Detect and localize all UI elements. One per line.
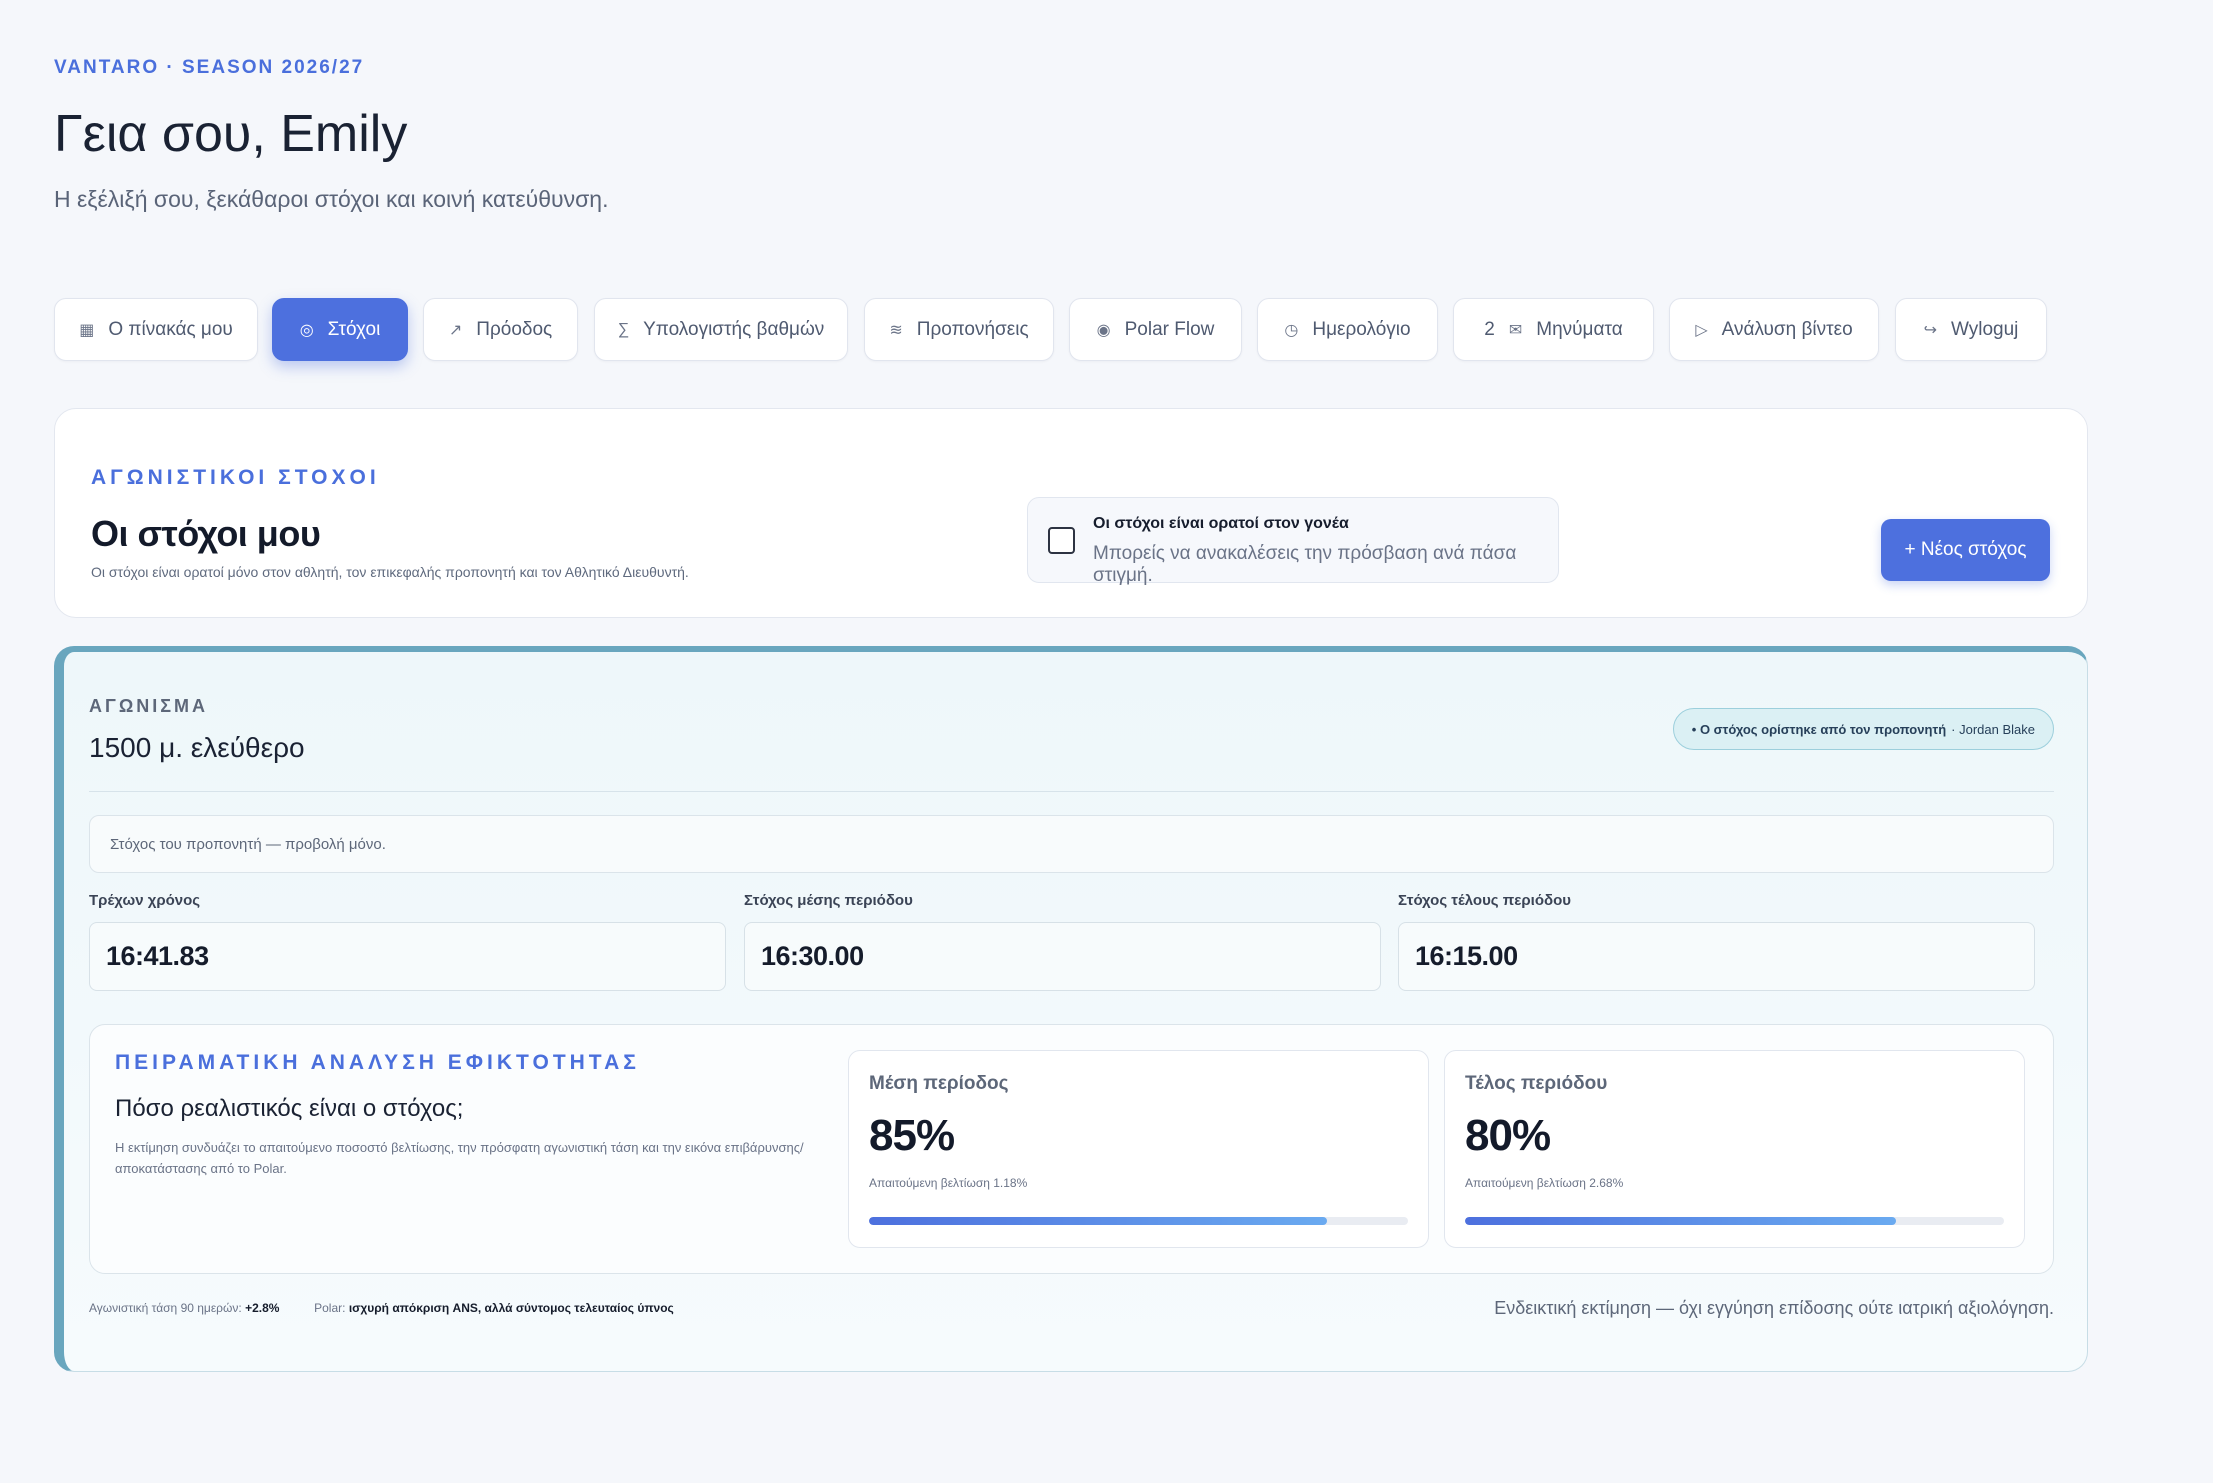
- parent-visibility-title: Οι στόχοι είναι ορατοί στον γονέα: [1093, 515, 1349, 532]
- metric-label: Τέλος περιόδου: [1465, 1073, 1608, 1094]
- metric-end-season: Τέλος περιόδου 80% Απαιτούμενη βελτίωση …: [1444, 1050, 2025, 1248]
- nav-label: Μηνύματα: [1536, 318, 1623, 340]
- nav-item-dashboard[interactable]: ▦ Ο πίνακάς μου: [54, 298, 258, 361]
- nav-item-polar-flow[interactable]: ◉ Polar Flow: [1069, 298, 1242, 361]
- nav-label: Υπολογιστής βαθμών: [643, 318, 825, 340]
- metric-required-improvement: Απαιτούμενη βελτίωση 1.18%: [869, 1176, 1028, 1190]
- nav-item-trainings[interactable]: ≋ Προπονήσεις: [864, 298, 1054, 361]
- goal-card: ΑΓΩΝΙΣΜΑ 1500 μ. ελεύθερο • Ο στόχος ορί…: [54, 646, 2088, 1372]
- nav-label: Ανάλυση βίντεο: [1721, 318, 1853, 340]
- metric-progress-bar: [869, 1217, 1408, 1225]
- sigma-icon: ∑: [617, 320, 630, 338]
- nav-label: Πρόοδος: [476, 318, 553, 340]
- progress-fill: [869, 1217, 1328, 1225]
- nav-item-video-analysis[interactable]: ▷ Ανάλυση βίντεο: [1669, 298, 1879, 361]
- nav-label: Polar Flow: [1124, 318, 1215, 340]
- clock-icon: ◷: [1284, 321, 1299, 339]
- event-name: 1500 μ. ελεύθερο: [89, 732, 305, 763]
- nav-label: Ημερολόγιο: [1312, 318, 1411, 340]
- new-goal-button[interactable]: + Νέος στόχος: [1881, 519, 2050, 581]
- nav-item-goals[interactable]: ◎ Στόχοι: [272, 298, 408, 361]
- target-icon: ◎: [299, 321, 314, 339]
- brand-season: VANTARO · SEASON 2026/27: [54, 57, 365, 78]
- coach-set-badge: • Ο στόχος ορίστηκε από τον προπονητή · …: [1672, 708, 2054, 750]
- nav-label: Ο πίνακάς μου: [108, 318, 233, 340]
- end-season-target-label: Στόχος τέλους περιόδου: [1398, 892, 1571, 909]
- unread-count-badge: 2: [1484, 318, 1495, 340]
- parent-visibility-toggle[interactable]: Οι στόχοι είναι ορατοί στον γονέα Μπορεί…: [1027, 497, 1559, 586]
- analysis-description: Η εκτίμηση συνδυάζει το απαιτούμενο ποσο…: [115, 1140, 804, 1176]
- polar-label: Polar:: [314, 1301, 346, 1315]
- metric-value: 85%: [869, 1111, 955, 1160]
- nav-item-calendar[interactable]: ◷ Ημερολόγιο: [1257, 298, 1438, 361]
- nav-item-grade-calculator[interactable]: ∑ Υπολογιστής βαθμών: [594, 298, 848, 361]
- play-icon: ▷: [1695, 321, 1708, 339]
- divider: [89, 791, 2054, 792]
- nav-item-progress[interactable]: ↗ Πρόοδος: [423, 298, 578, 361]
- metric-mid-season: Μέση περίοδος 85% Απαιτούμενη βελτίωση 1…: [848, 1050, 1429, 1248]
- analysis-kicker: ΠΕΙΡΑΜΑΤΙΚΗ ΑΝΑΛΥΣΗ ΕΦΙΚΤΟΤΗΤΑΣ: [115, 1051, 640, 1074]
- mid-season-target-label: Στόχος μέσης περιόδου: [744, 892, 913, 909]
- dashboard-icon: ▦: [79, 321, 95, 339]
- nav-item-logout[interactable]: ↪ Wyloguj: [1895, 298, 2047, 361]
- analysis-title: Πόσο ρεαλιστικός είναι ο στόχος;: [115, 1095, 464, 1122]
- page-title: Οι στόχοι μου: [91, 513, 321, 554]
- mail-icon: ✉: [1508, 321, 1523, 339]
- greeting-title: Γεια σου, Emily: [54, 105, 408, 163]
- coach-set-label: • Ο στόχος ορίστηκε από τον προπονητή: [1691, 721, 1947, 737]
- current-time-field: 16:41.83: [89, 922, 726, 991]
- feasibility-analysis: ΠΕΙΡΑΜΑΤΙΚΗ ΑΝΑΛΥΣΗ ΕΦΙΚΤΟΤΗΤΑΣ Πόσο ρεα…: [89, 1024, 2054, 1274]
- coach-name: · Jordan Blake: [1951, 721, 2035, 737]
- analysis-footer-stats: Αγωνιστική τάση 90 ημερών: +2.8% Polar: …: [89, 1301, 674, 1315]
- trend-up-icon: ↗: [448, 321, 463, 339]
- greeting-subtitle: Η εξέλιξή σου, ξεκάθαροι στόχοι και κοιν…: [54, 186, 609, 212]
- logout-icon: ↪: [1923, 321, 1937, 339]
- metric-label: Μέση περίοδος: [869, 1073, 1009, 1094]
- progress-fill: [1465, 1217, 1897, 1225]
- trend-label: Αγωνιστική τάση 90 ημερών:: [89, 1301, 242, 1315]
- disclaimer: Ενδεικτική εκτίμηση — όχι εγγύηση επίδοσ…: [1494, 1298, 2054, 1318]
- polar-value: ισχυρή απόκριση ANS, αλλά σύντομος τελευ…: [348, 1301, 674, 1315]
- mid-season-target-field: 16:30.00: [744, 922, 1381, 991]
- parent-visibility-checkbox[interactable]: [1048, 527, 1075, 554]
- read-only-note: Στόχος του προπονητή — προβολή μόνο.: [89, 815, 2054, 873]
- section-kicker: ΑΓΩΝΙΣΤΙΚΟΙ ΣΤΟΧΟΙ: [91, 466, 380, 489]
- goals-header-card: ΑΓΩΝΙΣΤΙΚΟΙ ΣΤΟΧΟΙ Οι στόχοι μου Οι στόχ…: [54, 408, 2088, 618]
- polar-icon: ◉: [1096, 321, 1111, 339]
- metric-progress-bar: [1465, 1217, 2004, 1225]
- current-time-label: Τρέχων χρόνος: [89, 892, 201, 909]
- nav-label: Προπονήσεις: [916, 318, 1029, 340]
- metric-value: 80%: [1465, 1111, 1551, 1160]
- metric-required-improvement: Απαιτούμενη βελτίωση 2.68%: [1465, 1176, 1624, 1190]
- visibility-note: Οι στόχοι είναι ορατοί μόνο στον αθλητή,…: [91, 564, 689, 580]
- event-kicker: ΑΓΩΝΙΣΜΑ: [89, 696, 209, 716]
- nav-item-messages[interactable]: 2 ✉ Μηνύματα: [1453, 298, 1654, 361]
- waves-icon: ≋: [889, 321, 903, 339]
- nav-label: Wyloguj: [1950, 318, 2019, 340]
- trend-value: +2.8%: [245, 1301, 280, 1315]
- end-season-target-field: 16:15.00: [1398, 922, 2035, 991]
- parent-visibility-desc: Μπορείς να ανακαλέσεις την πρόσβαση ανά …: [1093, 543, 1517, 586]
- nav-label: Στόχοι: [327, 318, 381, 340]
